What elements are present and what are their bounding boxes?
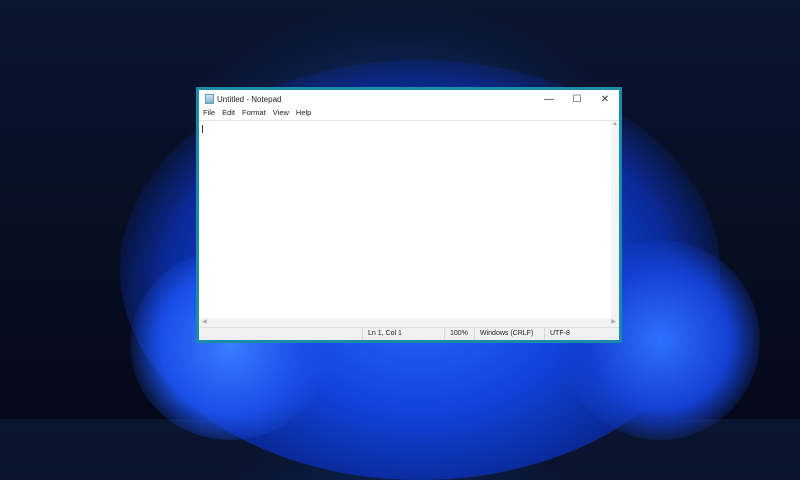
menu-file[interactable]: File <box>203 108 215 120</box>
text-editor[interactable]: ▲ <box>199 120 619 318</box>
maximize-button[interactable]: ☐ <box>563 94 591 105</box>
horizontal-scrollbar[interactable]: ◀ ▶ <box>199 318 619 327</box>
line-ending: Windows (CRLF) <box>474 328 544 340</box>
menu-help[interactable]: Help <box>296 108 311 120</box>
vertical-scrollbar[interactable]: ▲ <box>611 121 619 319</box>
cursor-position: Ln 1, Col 1 <box>362 328 444 340</box>
text-caret <box>202 125 203 133</box>
menu-format[interactable]: Format <box>242 108 266 120</box>
minimize-button[interactable]: — <box>535 94 563 105</box>
menu-bar: File Edit Format View Help <box>199 108 619 120</box>
menu-edit[interactable]: Edit <box>222 108 235 120</box>
status-bar: Ln 1, Col 1 100% Windows (CRLF) UTF-8 <box>199 327 619 340</box>
close-button[interactable]: ✕ <box>591 94 619 105</box>
notepad-window: Untitled - Notepad — ☐ ✕ File Edit Forma… <box>196 87 622 343</box>
scroll-left-icon[interactable]: ◀ <box>202 318 207 327</box>
scroll-up-icon[interactable]: ▲ <box>612 121 618 127</box>
zoom-level: 100% <box>444 328 474 340</box>
scroll-right-icon[interactable]: ▶ <box>611 318 616 327</box>
title-bar[interactable]: Untitled - Notepad — ☐ ✕ <box>199 90 619 108</box>
notepad-icon <box>205 94 214 104</box>
encoding: UTF-8 <box>544 328 619 340</box>
menu-view[interactable]: View <box>273 108 289 120</box>
window-title: Untitled - Notepad <box>217 95 281 104</box>
